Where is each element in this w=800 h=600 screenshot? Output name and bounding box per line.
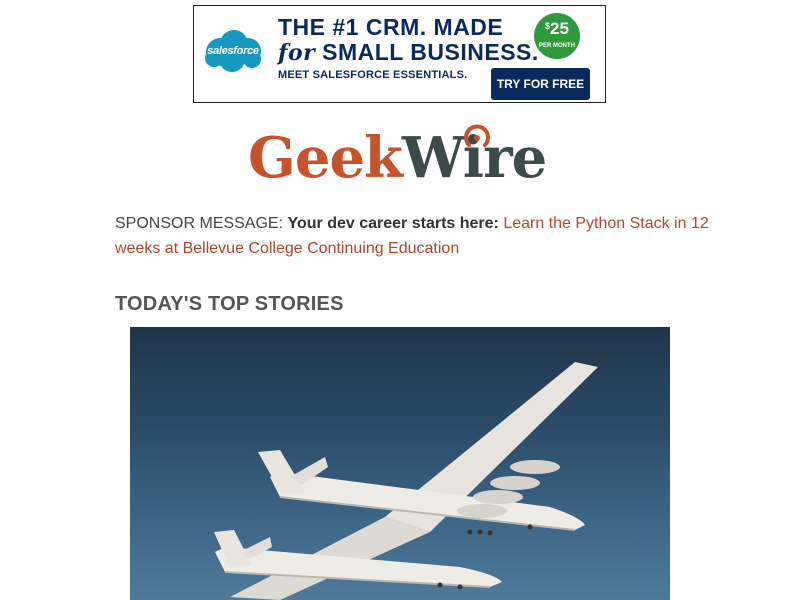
price-period: PER MONTH [539, 43, 575, 49]
aircraft-photo-icon [214, 362, 598, 600]
sponsor-bold-text: Your dev career starts here: [287, 215, 499, 232]
sponsor-message: SPONSOR MESSAGE: Your dev career starts … [115, 211, 715, 261]
ad-headline-for: for [278, 40, 316, 66]
logo-geek: Geek [248, 125, 403, 191]
salesforce-wordmark: salesforce [207, 45, 259, 57]
salesforce-logo: salesforce [202, 26, 264, 76]
ad-headline: THE #1 CRM. MADE for SMALL BUSINESS. [278, 15, 539, 66]
ad-headline-line1: THE #1 CRM. MADE [278, 14, 504, 40]
signal-icon [464, 124, 490, 147]
price-value: 25 [550, 19, 569, 38]
ad-subline: MEET SALESFORCE ESSENTIALS. [278, 69, 468, 81]
ad-headline-line2: for SMALL BUSINESS. [278, 40, 539, 66]
ad-headline-line2-text: SMALL BUSINESS. [322, 39, 539, 65]
price-amount: $25 [534, 19, 580, 39]
geekwire-logo[interactable]: GeekWire [248, 123, 554, 193]
story-hero-image[interactable] [130, 327, 670, 600]
try-for-free-button[interactable]: TRY FOR FREE [491, 68, 590, 100]
price-currency: $ [545, 21, 551, 31]
ad-banner[interactable]: salesforce THE #1 CRM. MADE for SMALL BU… [193, 5, 606, 103]
sponsor-label: SPONSOR MESSAGE: [115, 215, 284, 232]
price-badge: $25 PER MONTH [534, 13, 580, 59]
section-title: TODAY'S TOP STORIES [115, 293, 344, 315]
